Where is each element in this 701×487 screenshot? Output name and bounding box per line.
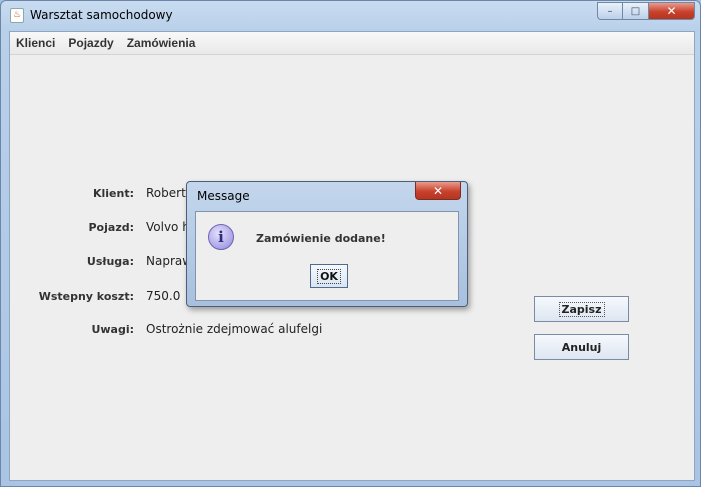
info-icon: i bbox=[208, 224, 234, 250]
minimize-button[interactable]: – bbox=[597, 2, 623, 20]
cancel-button[interactable]: Anuluj bbox=[534, 334, 629, 360]
menu-bar: Klienci Pojazdy Zamówienia bbox=[10, 32, 694, 55]
message-dialog: Message ✕ i Zamówienie dodane! OK bbox=[186, 181, 468, 307]
notes-value: Ostrożnie zdejmować alufelgi bbox=[146, 322, 323, 336]
menu-pojazdy[interactable]: Pojazdy bbox=[68, 36, 113, 50]
close-button[interactable]: ✕ bbox=[649, 2, 695, 20]
cost-label: Wstepny koszt: bbox=[38, 290, 134, 303]
save-button[interactable]: Zapisz bbox=[534, 296, 629, 322]
save-button-label: Zapisz bbox=[558, 301, 605, 317]
ok-button[interactable]: OK bbox=[310, 264, 348, 288]
ok-button-label: OK bbox=[317, 268, 341, 284]
client-label: Klient: bbox=[92, 187, 134, 200]
dialog-title: Message bbox=[197, 189, 250, 203]
notes-label: Uwagi: bbox=[91, 323, 134, 336]
service-label: Usługa: bbox=[86, 255, 134, 268]
maximize-button[interactable]: □ bbox=[623, 2, 649, 20]
menu-zamowienia[interactable]: Zamówienia bbox=[127, 36, 196, 50]
java-icon[interactable]: ♨ bbox=[10, 8, 24, 23]
title-bar[interactable]: ♨ Warsztat samochodowy – □ ✕ bbox=[1, 1, 700, 31]
caption-buttons: – □ ✕ bbox=[597, 2, 695, 21]
window-title: Warsztat samochodowy bbox=[30, 8, 173, 22]
dialog-close-button[interactable]: ✕ bbox=[415, 182, 461, 200]
vehicle-label: Pojazd: bbox=[88, 221, 135, 234]
dialog-body: i Zamówienie dodane! OK bbox=[195, 211, 459, 301]
cost-value: 750.0 bbox=[146, 289, 181, 303]
menu-klienci[interactable]: Klienci bbox=[16, 36, 55, 50]
dialog-message: Zamówienie dodane! bbox=[256, 232, 386, 245]
